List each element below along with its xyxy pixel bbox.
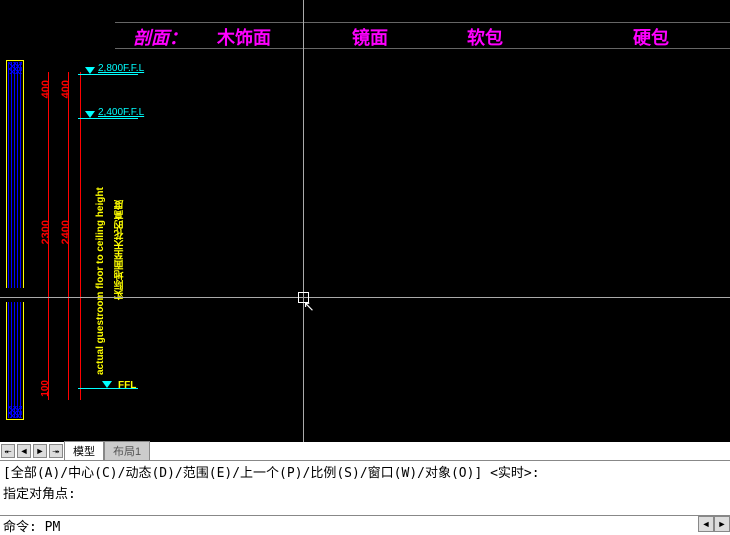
level-mid: 2,400F.F.L <box>98 107 144 118</box>
dim-2400: 2400 <box>60 220 72 244</box>
tab-next-button[interactable]: ► <box>33 444 47 458</box>
header-item-2: 镜面 <box>352 24 388 50</box>
header-item-1: 木饰面 <box>217 24 271 50</box>
dim-line-inner2 <box>80 72 81 400</box>
cursor-arrow-icon: ↖ <box>303 298 315 315</box>
command-window: [全部(A)/中心(C)/动态(D)/范围(E)/上一个(P)/比例(S)/窗口… <box>0 460 730 535</box>
tab-model[interactable]: 模型 <box>64 441 104 461</box>
level-marker-mid <box>85 111 95 118</box>
layout-tabs: ⯬ ◄ ► ⯮ 模型 布局1 <box>0 442 730 460</box>
note-en: actual guestroom floor to ceiling height <box>95 155 106 375</box>
command-history-2: 指定对角点: <box>0 482 730 503</box>
level-line-mid <box>78 118 138 119</box>
tab-first-button[interactable]: ⯬ <box>1 444 15 458</box>
tab-prev-button[interactable]: ◄ <box>17 444 31 458</box>
scroll-right-button[interactable]: ► <box>714 516 730 532</box>
level-line-top <box>78 74 138 75</box>
crosshair-horizontal <box>0 297 730 298</box>
note-zh: 实际地面至天花的高度 <box>113 180 128 300</box>
dim-2300: 2300 <box>40 220 52 244</box>
level-marker-top <box>85 67 95 74</box>
level-ffl: FFL <box>118 380 136 391</box>
tab-layout1[interactable]: 布局1 <box>104 441 150 461</box>
scroll-left-button[interactable]: ◄ <box>698 516 714 532</box>
command-history-1: [全部(A)/中心(C)/动态(D)/范围(E)/上一个(P)/比例(S)/窗口… <box>0 461 730 482</box>
dim-400a: 400 <box>40 80 52 98</box>
dim-400b: 400 <box>60 80 72 98</box>
wall-section <box>6 60 24 420</box>
level-marker-ffl <box>102 381 112 388</box>
drawing-canvas[interactable]: 剖面： 木饰面 镜面 软包 硬包 400 400 2300 2400 100 a… <box>0 0 730 442</box>
header-item-4: 硬包 <box>633 24 669 50</box>
level-top: 2,800F.F.L <box>98 63 144 74</box>
section-label: 剖面： <box>133 24 187 50</box>
crosshair-vertical <box>303 0 304 442</box>
dim-100: 100 <box>40 380 51 397</box>
header-item-3: 软包 <box>467 24 503 50</box>
command-input[interactable] <box>0 516 698 535</box>
tab-last-button[interactable]: ⯮ <box>49 444 63 458</box>
header-row: 剖面： 木饰面 镜面 软包 硬包 <box>0 22 730 50</box>
